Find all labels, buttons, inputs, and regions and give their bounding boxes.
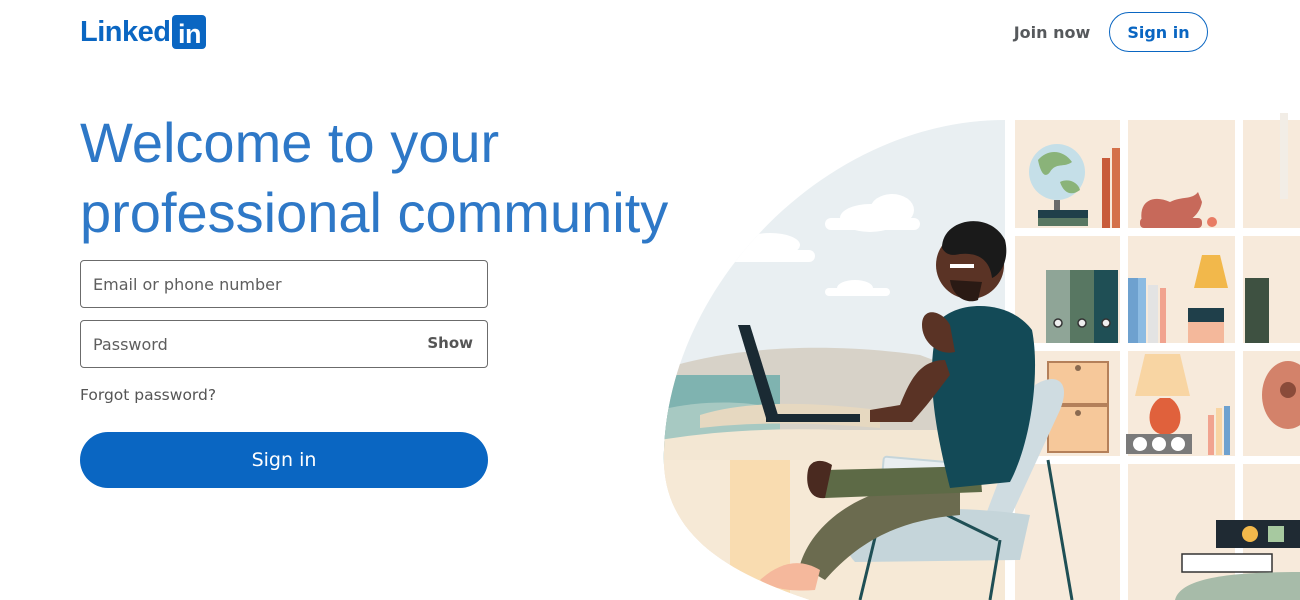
header-sign-in-button[interactable]: Sign in: [1109, 12, 1208, 52]
email-field[interactable]: [81, 261, 487, 307]
page-headline: Welcome to your professional community: [80, 108, 720, 248]
show-password-button[interactable]: Show: [427, 334, 473, 352]
hero-illustration: [663, 113, 1300, 600]
password-field-container: Show: [80, 320, 488, 368]
headline-line-2: professional community: [80, 181, 669, 244]
logo-wordmark: Linked: [80, 15, 171, 48]
headline-line-1: Welcome to your: [80, 111, 500, 174]
password-field[interactable]: [81, 321, 487, 367]
email-field-container: [80, 260, 488, 308]
logo-in-box: in: [172, 15, 207, 49]
join-now-link[interactable]: Join now: [1006, 16, 1098, 48]
linkedin-logo[interactable]: Linked in: [80, 14, 207, 50]
sign-in-button[interactable]: Sign in: [80, 432, 488, 488]
forgot-password-link[interactable]: Forgot password?: [80, 386, 216, 404]
top-navigation: Linked in Join now Sign in: [0, 0, 1300, 64]
